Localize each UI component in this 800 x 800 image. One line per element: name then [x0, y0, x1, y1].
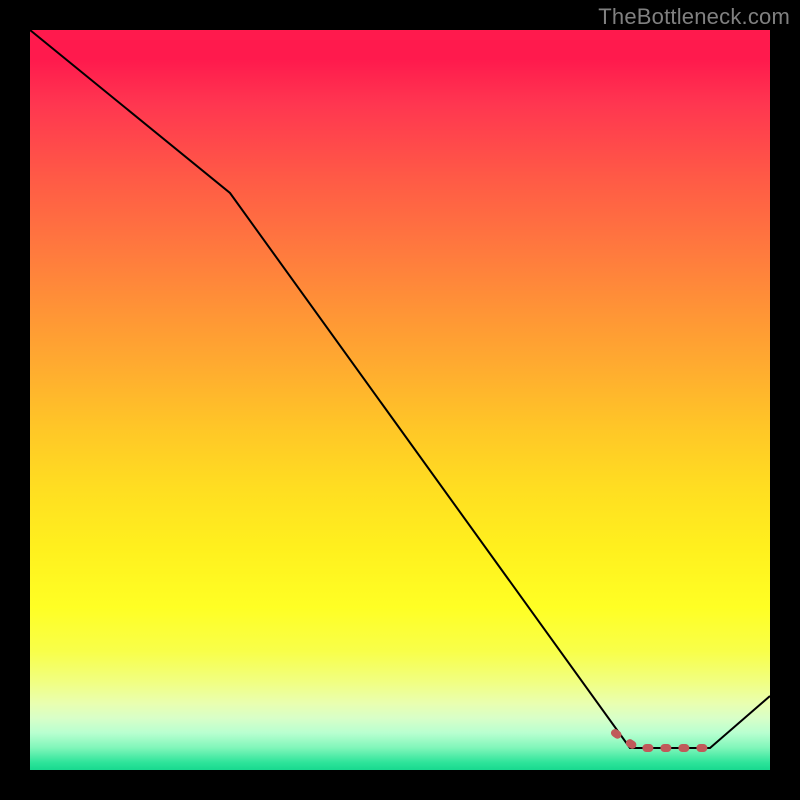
plot-area: [30, 30, 770, 770]
chart-frame: TheBottleneck.com: [0, 0, 800, 800]
highlight-dash: [615, 733, 710, 748]
chart-svg: [30, 30, 770, 770]
watermark-text: TheBottleneck.com: [598, 4, 790, 30]
main-curve: [30, 30, 770, 748]
